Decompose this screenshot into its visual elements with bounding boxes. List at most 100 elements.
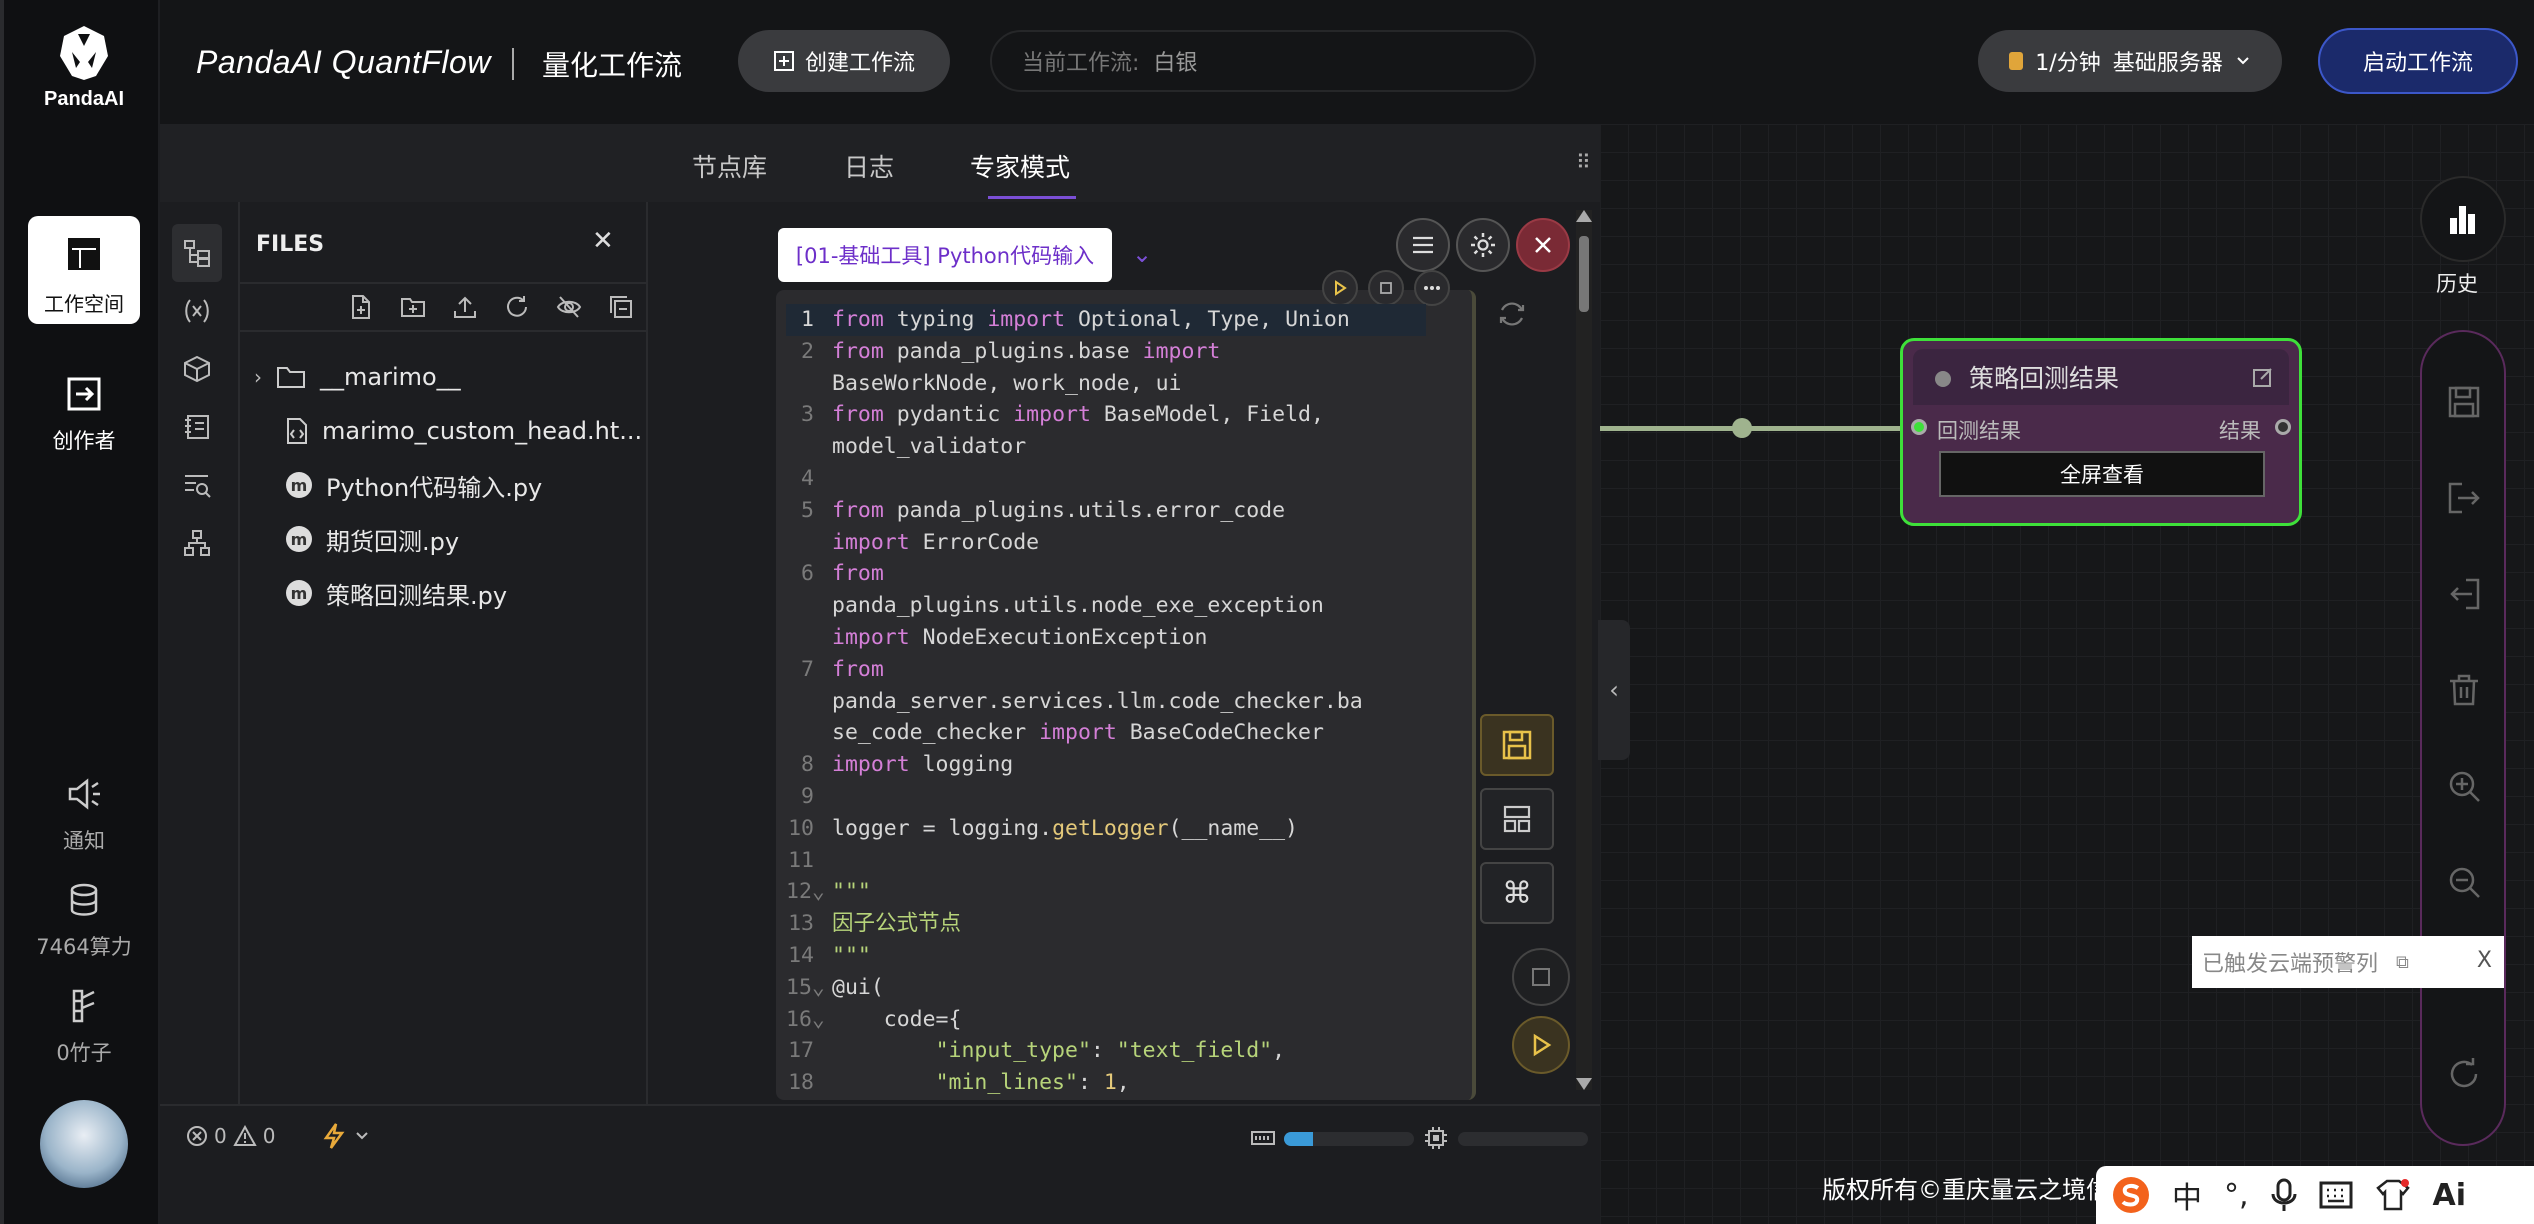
keyboard-icon[interactable] xyxy=(2319,1180,2353,1210)
layout-button[interactable] xyxy=(1480,788,1554,850)
error-count[interactable]: 0 0 xyxy=(186,1124,275,1148)
zoom-out-icon[interactable] xyxy=(2446,864,2482,900)
avatar[interactable] xyxy=(40,1100,128,1188)
gear-icon xyxy=(1471,233,1495,257)
input-port-label: 回测结果 xyxy=(1937,419,2021,443)
sync-icon[interactable] xyxy=(1496,298,1528,330)
ime-ai-button[interactable]: Ai xyxy=(2433,1178,2467,1213)
code-editor[interactable]: 1 from typing import Optional, Type, Unio… xyxy=(786,304,1426,1099)
search-list-icon[interactable] xyxy=(172,456,222,514)
import-icon[interactable] xyxy=(2446,576,2482,612)
history-button[interactable] xyxy=(2420,176,2506,262)
fullscreen-button[interactable]: 全屏查看 xyxy=(1939,451,2265,497)
collapse-panel-button[interactable]: ‹ xyxy=(1598,620,1630,760)
tree-file[interactable]: marimo_custom_head.ht... xyxy=(240,404,648,458)
marimo-icon: m xyxy=(286,526,312,552)
save-code-button[interactable] xyxy=(1480,714,1554,776)
memory-bar-fill xyxy=(1284,1132,1313,1146)
create-workflow-button[interactable]: 创建工作流 xyxy=(738,30,950,92)
output-port[interactable] xyxy=(2275,419,2291,435)
package-icon[interactable] xyxy=(172,340,222,398)
collapse-all-icon[interactable] xyxy=(608,294,634,320)
variables-icon[interactable] xyxy=(172,282,222,340)
sidebar-item-compute[interactable]: 7464算力 xyxy=(18,882,150,961)
notebook-icon[interactable] xyxy=(172,398,222,456)
edit-icon[interactable] xyxy=(2251,365,2275,389)
refresh-icon[interactable] xyxy=(504,294,530,320)
sogou-logo-icon[interactable] xyxy=(2112,1176,2150,1214)
stop-all-button[interactable] xyxy=(1512,948,1570,1006)
sidebar-item-bamboo[interactable]: 0竹子 xyxy=(18,988,150,1067)
database-icon xyxy=(70,883,98,916)
connection-midpoint[interactable] xyxy=(1732,418,1752,438)
upload-icon[interactable] xyxy=(452,294,478,320)
tree-item-label: 策略回测结果.py xyxy=(326,581,508,610)
export-icon[interactable] xyxy=(2446,480,2482,516)
close-icon xyxy=(1535,237,1551,253)
status-bar: 0 0 xyxy=(160,1104,1600,1168)
dependency-graph-icon[interactable] xyxy=(172,514,222,572)
rate-label: 1/分钟 xyxy=(2035,51,2101,76)
ime-language-toggle[interactable]: 中 xyxy=(2172,1173,2202,1217)
chevron-down-icon[interactable]: ⌄ xyxy=(1132,240,1152,268)
more-button[interactable] xyxy=(1414,270,1450,306)
skin-icon[interactable] xyxy=(2375,1178,2411,1212)
sidebar-item-notify[interactable]: 通知 xyxy=(18,776,150,855)
new-folder-icon[interactable] xyxy=(400,294,426,320)
scrollbar-thumb[interactable] xyxy=(1579,236,1589,312)
run-cell-button[interactable] xyxy=(1322,270,1358,306)
menu-button[interactable] xyxy=(1396,218,1450,272)
sidebar-item-label: 创作者 xyxy=(52,429,116,453)
connection-wire xyxy=(1600,426,1910,431)
save-icon[interactable] xyxy=(2446,384,2482,420)
current-workflow-value: 白银 xyxy=(1153,51,1198,76)
tree-item-label: __marimo__ xyxy=(320,363,461,391)
code-node-title[interactable]: [01-基础工具] Python代码输入 xyxy=(778,228,1112,282)
tree-file[interactable]: m 期货回测.py xyxy=(240,512,648,566)
result-node[interactable]: 策略回测结果 回测结果 结果 全屏查看 xyxy=(1900,338,2302,526)
workflow-canvas[interactable] xyxy=(1600,124,2534,1224)
run-all-button[interactable] xyxy=(1512,1016,1570,1074)
layout-icon xyxy=(1503,805,1531,833)
scroll-up-icon[interactable] xyxy=(1576,210,1592,222)
sidebar-item-creator[interactable]: 创作者 xyxy=(18,376,150,455)
app-sidebar: PandaAI 工作空间 创作者 通知 7464算力 0竹子 xyxy=(0,0,160,1224)
scroll-down-icon[interactable] xyxy=(1576,1078,1592,1090)
stop-cell-button[interactable] xyxy=(1368,270,1404,306)
toast-close-button[interactable]: X xyxy=(2477,948,2492,973)
zoom-in-icon[interactable] xyxy=(2446,768,2482,804)
square-icon xyxy=(1380,282,1392,294)
tab-node-library[interactable]: 节点库 xyxy=(692,148,767,184)
tree-item-label: marimo_custom_head.ht... xyxy=(322,417,643,445)
lightning-menu[interactable] xyxy=(322,1122,370,1150)
input-port[interactable] xyxy=(1911,419,1927,435)
sidebar-item-label: 通知 xyxy=(63,829,105,853)
drag-handle-icon[interactable]: ⠿ xyxy=(1576,150,1591,174)
editor-scrollbar[interactable] xyxy=(1576,210,1592,1090)
eye-off-icon[interactable] xyxy=(556,294,582,320)
tree-file[interactable]: m 策略回测结果.py xyxy=(240,566,648,620)
microphone-icon[interactable] xyxy=(2271,1178,2297,1212)
current-workflow-field[interactable]: 当前工作流: 白银 xyxy=(990,30,1536,92)
trash-icon[interactable] xyxy=(2446,672,2482,708)
ime-punctuation-toggle[interactable]: °, xyxy=(2224,1178,2249,1213)
start-workflow-button[interactable]: 启动工作流 xyxy=(2318,28,2518,94)
refresh-icon[interactable] xyxy=(2446,1056,2482,1092)
close-icon[interactable]: ✕ xyxy=(592,226,614,256)
warning-toast: 已触发云端预警列 ⧉ X xyxy=(2192,936,2504,988)
sidebar-item-workspace[interactable]: 工作空间 xyxy=(28,216,140,324)
tree-file[interactable]: m Python代码输入.py xyxy=(240,458,648,512)
ime-toolbar: 中 °, Ai xyxy=(2096,1166,2534,1224)
new-file-icon[interactable] xyxy=(348,294,374,320)
server-label: 基础服务器 xyxy=(2112,51,2223,76)
settings-button[interactable] xyxy=(1456,218,1510,272)
tab-expert-mode[interactable]: 专家模式 xyxy=(970,148,1070,184)
chevron-down-icon xyxy=(2237,57,2249,65)
file-tree-icon[interactable] xyxy=(172,224,222,282)
tab-log[interactable]: 日志 xyxy=(844,148,894,184)
server-select[interactable]: 1/分钟 基础服务器 xyxy=(1978,30,2282,92)
copy-icon[interactable]: ⧉ xyxy=(2396,952,2409,973)
tree-folder[interactable]: › __marimo__ xyxy=(240,350,648,404)
close-node-button[interactable] xyxy=(1516,218,1570,272)
command-button[interactable]: ⌘ xyxy=(1480,862,1554,924)
